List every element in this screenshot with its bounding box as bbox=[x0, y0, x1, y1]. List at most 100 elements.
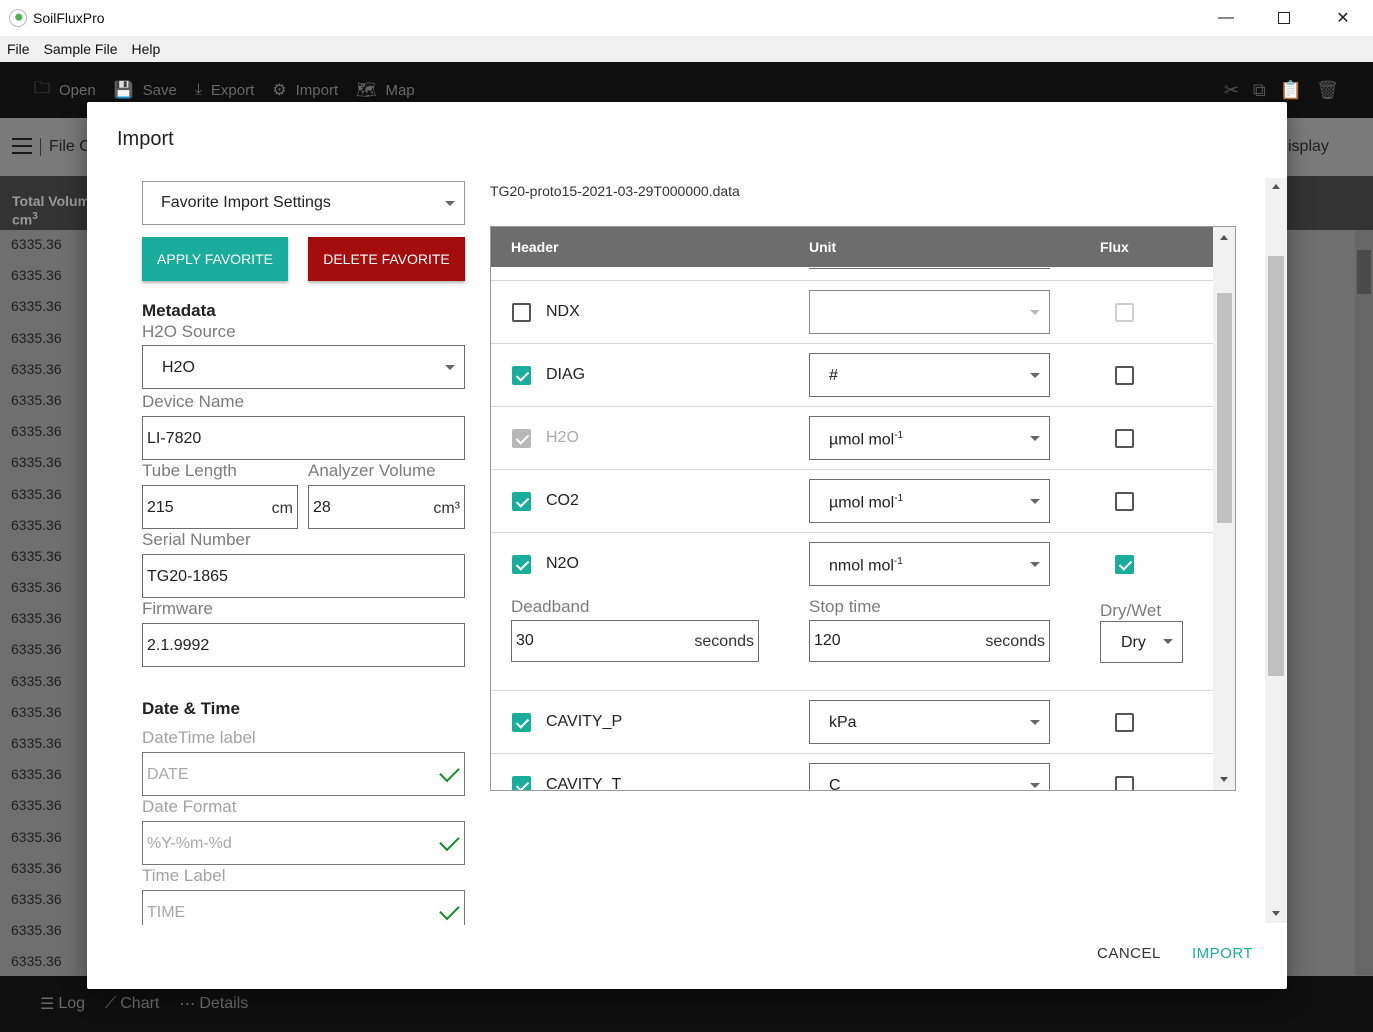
apply-favorite-button[interactable]: APPLY FAVORITE bbox=[142, 237, 288, 281]
app-logo-icon bbox=[9, 9, 27, 27]
dry-wet-value: Dry bbox=[1121, 634, 1146, 651]
stop-time-field[interactable]: 120 seconds bbox=[809, 620, 1050, 662]
favorite-settings-select[interactable]: Favorite Import Settings bbox=[142, 181, 465, 225]
delete-icon[interactable]: 🗑 bbox=[1316, 80, 1339, 101]
grid-scrollbar-thumb[interactable] bbox=[1217, 293, 1232, 523]
table-row: 6335.36 bbox=[11, 641, 62, 658]
chevron-down-icon bbox=[445, 201, 455, 206]
import-file-name: TG20-proto15-2021-03-29T000000.data bbox=[490, 183, 740, 199]
column-unit-sup: 3 bbox=[32, 211, 38, 222]
import-toolbar-button[interactable]: ⚙ Import bbox=[272, 80, 338, 100]
import-button[interactable]: IMPORT bbox=[1192, 945, 1253, 962]
flux-checkbox-cavity-t[interactable] bbox=[1115, 776, 1134, 790]
flux-checkbox-h2o[interactable] bbox=[1115, 429, 1134, 448]
delete-favorite-button[interactable]: DELETE FAVORITE bbox=[308, 237, 465, 281]
h2o-source-select[interactable]: H2O bbox=[142, 345, 465, 389]
menu-sample-file[interactable]: Sample File bbox=[37, 41, 125, 57]
maximize-button[interactable] bbox=[1255, 0, 1313, 36]
copy-icon[interactable]: ⧉ bbox=[1253, 80, 1266, 101]
table-row: 6335.36 bbox=[11, 236, 62, 252]
unit-select-co2[interactable]: µmol mol-1 bbox=[809, 479, 1050, 523]
menu-help[interactable]: Help bbox=[124, 41, 167, 57]
flux-checkbox-ndx[interactable] bbox=[1115, 303, 1134, 322]
include-checkbox-diag[interactable] bbox=[512, 366, 531, 385]
unit-select-cavity-t[interactable]: C bbox=[809, 763, 1050, 790]
details-tab[interactable]: ⋯ Details bbox=[179, 994, 248, 1014]
include-checkbox-n2o[interactable] bbox=[512, 555, 531, 574]
folder-plus-icon: 🗀 bbox=[34, 79, 51, 97]
analyzer-volume-field[interactable]: 28 cm³ bbox=[308, 485, 465, 529]
export-button[interactable]: ⤓ Export bbox=[195, 81, 254, 99]
serial-number-field[interactable]: TG20-1865 bbox=[142, 554, 465, 598]
include-checkbox-ndx[interactable] bbox=[512, 303, 531, 322]
include-checkbox-cavity-t[interactable] bbox=[512, 776, 531, 790]
table-scrollbar-thumb[interactable] bbox=[1357, 250, 1371, 294]
flux-checkbox-co2[interactable] bbox=[1115, 492, 1134, 511]
include-checkbox-cavity-p[interactable] bbox=[512, 713, 531, 732]
list-item: N2O nmol mol-1 Deadband 30 seconds Stop … bbox=[491, 533, 1213, 691]
time-label-field[interactable]: TIME bbox=[142, 890, 465, 925]
unit-select-h2o[interactable]: µmol mol-1 bbox=[809, 416, 1050, 460]
flux-checkbox-cavity-p[interactable] bbox=[1115, 713, 1134, 732]
firmware-field[interactable]: 2.1.9992 bbox=[142, 623, 465, 667]
dry-wet-select[interactable]: Dry bbox=[1100, 621, 1183, 663]
dialog-scrollbar[interactable] bbox=[1265, 178, 1287, 923]
unit-select-ndx[interactable] bbox=[809, 290, 1050, 334]
menu-bar: File Sample File Help bbox=[0, 36, 1373, 62]
serial-number-label: Serial Number bbox=[142, 530, 251, 549]
deadband-field[interactable]: 30 seconds bbox=[511, 620, 759, 662]
flux-column-title: Flux bbox=[1100, 239, 1129, 255]
grid-header: Header Unit Flux bbox=[491, 227, 1213, 267]
h2o-source-label: H2O Source bbox=[142, 322, 236, 341]
scroll-up-icon[interactable] bbox=[1220, 235, 1228, 240]
chevron-down-icon bbox=[1030, 436, 1040, 441]
flux-checkbox-n2o[interactable] bbox=[1115, 555, 1134, 574]
table-scrollbar[interactable] bbox=[1355, 230, 1373, 975]
cut-icon[interactable]: ✂ bbox=[1224, 80, 1239, 101]
metadata-title: Metadata bbox=[142, 301, 216, 320]
column-unit: cm bbox=[12, 211, 33, 228]
save-button[interactable]: 💾 Save bbox=[114, 80, 177, 100]
grid-scrollbar[interactable] bbox=[1213, 227, 1235, 790]
unit-select-cavity-p[interactable]: kPa bbox=[809, 700, 1050, 744]
display-tab[interactable]: isplay bbox=[1288, 138, 1329, 156]
include-checkbox-h2o[interactable] bbox=[512, 429, 531, 448]
minimize-button[interactable]: — bbox=[1197, 0, 1255, 36]
tube-length-unit: cm bbox=[271, 500, 293, 517]
cancel-button[interactable]: CANCEL bbox=[1097, 945, 1161, 962]
hamburger-menu-icon[interactable] bbox=[12, 138, 32, 154]
open-button[interactable]: 🗀 Open bbox=[34, 77, 96, 104]
close-window-button[interactable]: ✕ bbox=[1314, 0, 1372, 36]
dialog-scrollbar-thumb[interactable] bbox=[1268, 256, 1284, 676]
scroll-up-icon[interactable] bbox=[1272, 184, 1280, 189]
list-item: CAVITY_T C bbox=[491, 754, 1213, 790]
log-tab[interactable]: ☰ Log bbox=[40, 994, 85, 1014]
scroll-down-icon[interactable] bbox=[1220, 777, 1228, 782]
map-button[interactable]: 🗺 Map bbox=[356, 80, 415, 100]
chart-tab[interactable]: ⟋ Chart bbox=[105, 995, 159, 1013]
dry-wet-label: Dry/Wet bbox=[1100, 601, 1162, 620]
paste-icon[interactable]: 📋 bbox=[1280, 80, 1302, 101]
table-row: 6335.36 bbox=[11, 703, 62, 720]
tube-length-field[interactable]: 215 cm bbox=[142, 485, 298, 529]
table-row: 6335.36 bbox=[11, 329, 62, 346]
file-tab[interactable]: File C bbox=[40, 138, 91, 156]
scroll-down-icon[interactable] bbox=[1272, 911, 1280, 916]
date-format-field[interactable]: %Y-%m-%d bbox=[142, 821, 465, 865]
flux-checkbox-diag[interactable] bbox=[1115, 366, 1134, 385]
include-checkbox-co2[interactable] bbox=[512, 492, 531, 511]
table-row: 6335.36 bbox=[11, 922, 62, 939]
menu-file[interactable]: File bbox=[0, 41, 37, 57]
download-icon: ⤓ bbox=[194, 81, 202, 98]
chevron-down-icon bbox=[445, 365, 455, 370]
unit-select-n2o[interactable]: nmol mol-1 bbox=[809, 542, 1050, 586]
device-name-field[interactable]: LI-7820 bbox=[142, 416, 465, 460]
chart-line-icon: ⟋ bbox=[105, 995, 117, 1012]
unit-select-diag[interactable]: # bbox=[809, 353, 1050, 397]
datetime-label-value: DATE bbox=[147, 766, 189, 783]
list-item: H2O µmol mol-1 bbox=[491, 407, 1213, 470]
grid-body: NDX DIAG # H2O µmol mol-1 CO2 µmol mol-1… bbox=[491, 267, 1213, 790]
header-name-h2o: H2O bbox=[546, 429, 579, 446]
datetime-label-field[interactable]: DATE bbox=[142, 752, 465, 796]
map-icon: 🗺 bbox=[356, 82, 377, 99]
